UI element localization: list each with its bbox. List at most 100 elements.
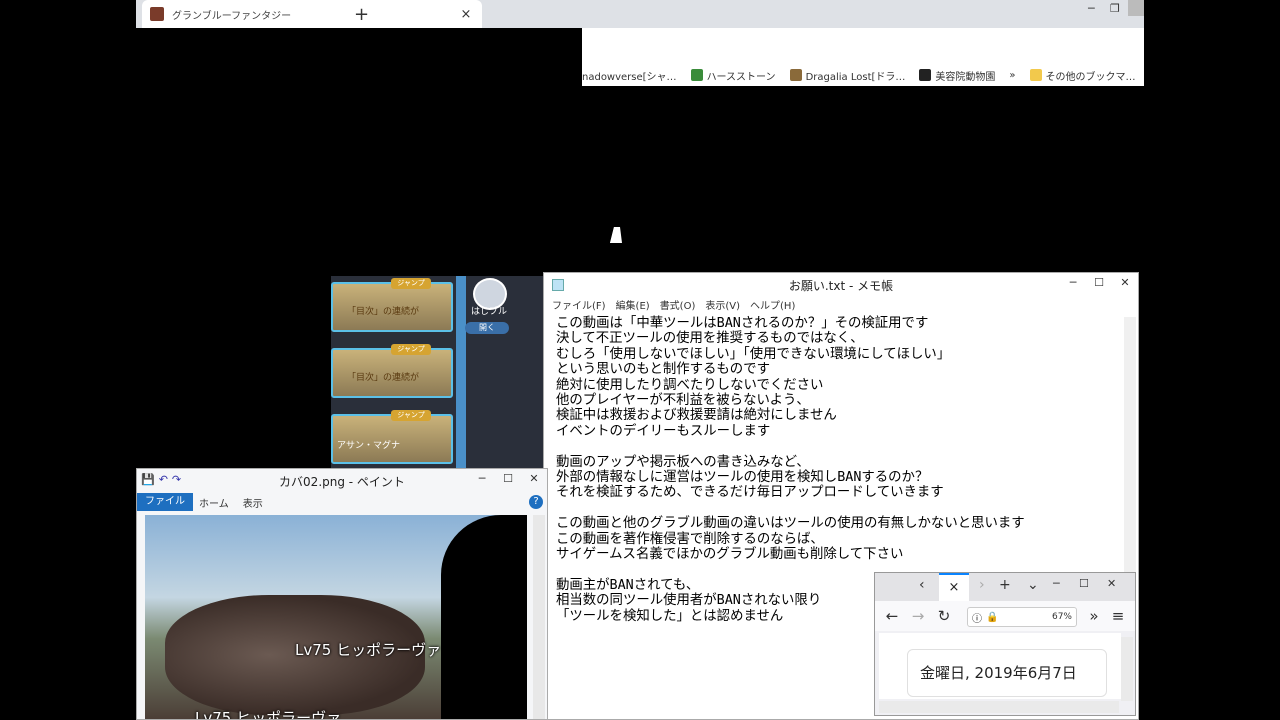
overflow-menu-icon[interactable]: » (1081, 607, 1107, 625)
tab-scroll-right-icon[interactable]: › (979, 577, 985, 593)
open-button[interactable]: 開く (465, 322, 509, 334)
firefox-content: 金曜日, 2019年6月7日 (879, 633, 1121, 699)
text-line: 他のプレイヤーが不利益を被らないよう、 (556, 393, 810, 409)
zoom-level[interactable]: 67% (1052, 612, 1072, 622)
game-side-bar (456, 276, 466, 468)
chrome-tabbar: グランブルーファンタジー × + ─ ❐ (136, 0, 1144, 28)
quest-badge: ジャンプ (391, 344, 431, 355)
notepad-titlebar[interactable]: お願い.txt - メモ帳 ─ ☐ ✕ (544, 273, 1138, 297)
dragalia-icon (789, 69, 802, 81)
close-button[interactable]: ✕ (1107, 577, 1116, 590)
text-line (556, 439, 1025, 454)
text-line: イベントのデイリーもスルーします (556, 423, 771, 439)
notepad-icon (552, 279, 564, 291)
minimize-button[interactable]: ─ (469, 469, 495, 489)
menu-file[interactable]: ファイル(F) (552, 297, 606, 313)
quest-badge: ジャンプ (391, 278, 431, 289)
minimize-button[interactable]: ─ (1088, 2, 1095, 15)
biyouin-icon (919, 69, 932, 81)
redo-icon[interactable]: ↷ (172, 473, 181, 486)
bookmarks-overflow-button[interactable]: » (1009, 70, 1015, 81)
monster-label: Lv75 ヒッポラーヴァ (295, 641, 442, 659)
paint-scrollbar[interactable] (533, 515, 545, 719)
paint-canvas[interactable]: Lv75 ヒッポラーヴァ Lv75 ヒッポラーヴァ (145, 515, 527, 720)
menu-view[interactable]: 表示(V) (705, 297, 740, 313)
tab-view[interactable]: 表示 (243, 495, 263, 510)
granblue-favicon-icon (150, 7, 164, 21)
paint-titlebar[interactable]: 💾 ↶ ↷ カバ02.png - ペイント ─ ☐ ✕ (137, 469, 547, 493)
game-view[interactable]: ジャンプ 「目次」の連続が ジャンプ 「目次」の連続が ジャンプ アサン・マグナ… (331, 276, 543, 468)
close-button[interactable]: ✕ (1112, 273, 1138, 293)
mouse-cursor-icon (610, 227, 626, 243)
menu-format[interactable]: 書式(O) (660, 297, 696, 313)
help-icon[interactable]: ? (529, 495, 543, 509)
tab-file[interactable]: ファイル (137, 493, 193, 511)
quest-text: アサン・マグナ (337, 441, 401, 451)
bookmark-dragalia[interactable]: Dragalia Lost[ドラ… (789, 68, 905, 83)
url-bar[interactable]: ⓘ 🔒 67% (967, 607, 1077, 627)
maximize-button[interactable]: ☐ (495, 469, 521, 489)
text-line: この動画と他のグラブル動画の違いはツールの使用の有無しかないと思います (556, 516, 1025, 532)
save-icon[interactable]: 💾 (141, 473, 155, 486)
firefox-vscrollbar[interactable] (1121, 637, 1133, 701)
quest-panel[interactable]: ジャンプ 「目次」の連続が (331, 278, 453, 332)
text-line: むしろ「使用しないでほしい」「使用できない環境にしてほしい」 (556, 346, 951, 362)
text-line: 動画のアップや掲示板への書き込みなど、 (556, 454, 810, 470)
quest-badge: ジャンプ (391, 410, 431, 421)
monster-label: Lv75 ヒッポラーヴァ (195, 709, 342, 720)
maximize-button[interactable]: ☐ (1086, 273, 1112, 293)
folder-icon (1029, 69, 1042, 81)
bookmark-shadowverse[interactable]: nadowverse[シャ… (582, 68, 677, 83)
paint-window: 💾 ↶ ↷ カバ02.png - ペイント ─ ☐ ✕ ファイル ホーム 表示 … (136, 468, 548, 720)
back-icon[interactable]: ← (879, 607, 905, 625)
text-line: この動画は「中華ツールはBANされるのか？」その検証用です (556, 316, 929, 331)
text-line (556, 501, 1025, 516)
reload-icon[interactable]: ↻ (931, 607, 957, 625)
bookmark-biyouin[interactable]: 美容院動物園 (919, 68, 995, 83)
quest-panel[interactable]: ジャンプ 「目次」の連続が (331, 344, 453, 398)
tab-list-icon[interactable]: ⌄ (1027, 577, 1039, 593)
text-line: 絶対に使用したり調べたりしないでください (556, 377, 824, 393)
firefox-hscrollbar[interactable] (879, 701, 1119, 713)
text-line: この動画を著作権侵害で削除するのならば、 (556, 531, 824, 547)
quest-text: 「目次」の連続が (347, 373, 420, 383)
maximize-button[interactable]: ☐ (1079, 577, 1089, 590)
text-line: という思いのもと制作するものです (556, 362, 770, 378)
info-icon[interactable]: ⓘ (972, 610, 982, 625)
forward-icon[interactable]: → (905, 607, 931, 625)
firefox-tabbar: ‹ × › + ⌄ ─ ☐ ✕ (875, 573, 1135, 601)
hearthstone-icon (690, 69, 703, 81)
bookmark-hearthstone[interactable]: ハースストーン (690, 68, 776, 83)
minimize-button[interactable]: ─ (1053, 577, 1060, 590)
lock-icon: 🔒 (986, 611, 999, 623)
tab-home[interactable]: ホーム (199, 495, 229, 510)
quest-panel[interactable]: ジャンプ アサン・マグナ (331, 410, 453, 464)
silhouette-image (441, 515, 527, 719)
text-line: 決して不正ツールの使用を推奨するものではなく、 (556, 331, 864, 347)
menu-help[interactable]: ヘルプ(H) (750, 297, 795, 313)
scroll-thumb[interactable] (1128, 0, 1144, 16)
text-line: 検証中は救援および救援要請は絶対にしません (556, 408, 837, 424)
new-tab-button[interactable]: + (354, 4, 369, 25)
menu-edit[interactable]: 編集(E) (616, 297, 650, 313)
notepad-title: お願い.txt - メモ帳 (788, 278, 894, 293)
tab-close-icon[interactable]: × (458, 7, 474, 22)
close-button[interactable]: ✕ (521, 469, 547, 489)
tab-close-icon[interactable]: × (939, 573, 969, 601)
quest-text: 「目次」の連続が (347, 307, 420, 317)
firefox-navbar: ← → ↻ ⓘ 🔒 67% » ≡ (875, 601, 1135, 631)
new-tab-button[interactable]: + (999, 577, 1011, 593)
paint-title: カバ02.png - ペイント (279, 474, 405, 489)
side-label: はじブル (471, 307, 508, 317)
bookmark-other[interactable]: その他のブックマ… (1029, 68, 1136, 83)
text-line: サイゲームス名義でほかのグラブル動画も削除して下さい (556, 547, 904, 563)
minimize-button[interactable]: ─ (1060, 273, 1086, 293)
restore-button[interactable]: ❐ (1110, 2, 1120, 15)
paint-ribbon: ファイル ホーム 表示 ? (137, 493, 547, 511)
text-line: それを検証するため、できるだけ毎日アップロードしていきます (556, 485, 944, 501)
tab-scroll-left-icon[interactable]: ‹ (919, 577, 925, 593)
hamburger-menu-icon[interactable]: ≡ (1105, 607, 1131, 625)
chrome-tab-granblue[interactable]: グランブルーファンタジー × (142, 0, 482, 28)
tab-title: グランブルーファンタジー (172, 10, 292, 22)
undo-icon[interactable]: ↶ (159, 473, 168, 486)
